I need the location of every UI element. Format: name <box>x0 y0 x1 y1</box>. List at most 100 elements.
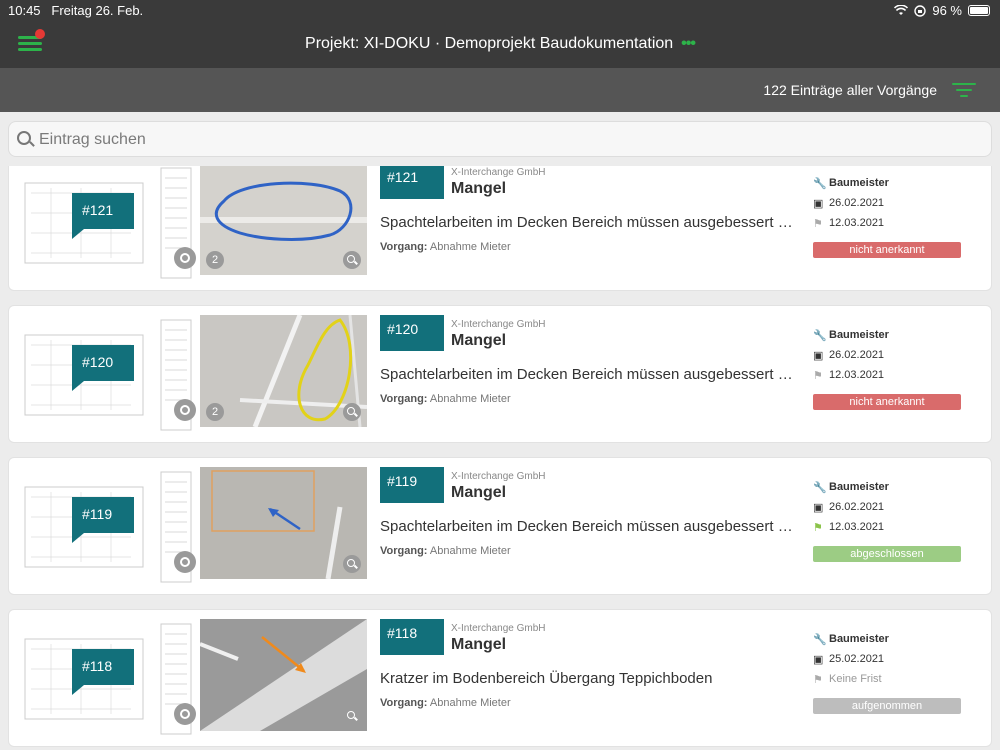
filter-icon <box>952 83 976 85</box>
photo-image <box>200 166 367 275</box>
role-text: Baumeister <box>829 329 889 341</box>
vorgang-value: Abnahme Mieter <box>429 393 511 405</box>
wrench-icon: 🔧 <box>813 633 827 646</box>
plan-marker: #118 <box>72 649 134 695</box>
vorgang-value: Abnahme Mieter <box>429 241 511 253</box>
meta-deadline: ⚑ 12.03.2021 <box>813 213 963 233</box>
wifi-icon <box>894 5 909 15</box>
entry-card[interactable]: #120 2 #120 X-Interchange GmbH Mangel Sp… <box>8 305 992 443</box>
entry-type: Mangel <box>451 332 507 349</box>
meta-date: ▣ 26.02.2021 <box>813 497 963 517</box>
plan-marker: #121 <box>72 193 134 239</box>
meta-date: ▣ 26.02.2021 <box>813 193 963 213</box>
entry-meta: 🔧 Baumeister ▣ 26.02.2021 ⚑ 12.03.2021 <box>813 173 963 233</box>
entry-company: X-Interchange GmbH <box>451 319 546 330</box>
zoom-icon[interactable] <box>343 251 361 269</box>
meta-role: 🔧 Baumeister <box>813 477 963 497</box>
entries-toolbar: 122 Einträge aller Vorgänge <box>0 68 1000 112</box>
entry-id-badge: #118 <box>380 619 444 655</box>
photo-image <box>200 619 367 731</box>
deadline-text: 12.03.2021 <box>829 369 885 381</box>
project-title: Projekt: XI-DOKU · Demoprojekt Baudokume… <box>305 35 674 52</box>
entry-type: Mangel <box>451 180 507 197</box>
meta-deadline: ⚑ 12.03.2021 <box>813 517 963 537</box>
status-bar: 10:45 Freitag 26. Feb. 96 % <box>0 0 1000 20</box>
entry-card[interactable]: #119 #119 X-Interchange GmbH Mangel Spac… <box>8 457 992 595</box>
zoom-icon[interactable] <box>343 403 361 421</box>
locate-icon[interactable] <box>174 551 196 573</box>
vorgang-label: Vorgang: <box>380 241 428 253</box>
plan-marker: #120 <box>72 345 134 391</box>
entry-id-badge: #121 <box>380 166 444 199</box>
defect-photo[interactable]: 2 <box>200 166 367 275</box>
status-badge: nicht anerkannt <box>813 394 961 410</box>
search-input[interactable] <box>39 128 939 152</box>
battery-percent: 96 % <box>932 3 962 18</box>
date-text: 26.02.2021 <box>829 349 885 361</box>
date-text: 26.02.2021 <box>829 197 885 209</box>
calendar-icon: ▣ <box>813 197 824 210</box>
floor-plan-thumbnail[interactable]: #118 <box>21 619 199 739</box>
entry-type: Mangel <box>451 484 507 501</box>
floor-plan-thumbnail[interactable]: #120 <box>21 315 199 435</box>
meta-role: 🔧 Baumeister <box>813 325 963 345</box>
entry-vorgang: Vorgang: Abnahme Mieter <box>380 241 511 253</box>
vorgang-value: Abnahme Mieter <box>429 545 511 557</box>
entry-card[interactable]: #118 #118 X-Interchange GmbH Mangel Krat… <box>8 609 992 747</box>
deadline-text: 12.03.2021 <box>829 217 885 229</box>
meta-date: ▣ 25.02.2021 <box>813 649 963 669</box>
meta-deadline: ⚑ 12.03.2021 <box>813 365 963 385</box>
meta-deadline: ⚑ Keine Frist <box>813 669 963 689</box>
wrench-icon: 🔧 <box>813 177 827 190</box>
entry-vorgang: Vorgang: Abnahme Mieter <box>380 393 511 405</box>
status-right: 96 % <box>894 3 990 18</box>
status-date: Freitag 26. Feb. <box>51 3 144 18</box>
flag-icon: ⚑ <box>813 673 823 686</box>
meta-role: 🔧 Baumeister <box>813 173 963 193</box>
status-badge: aufgenommen <box>813 698 961 714</box>
date-text: 26.02.2021 <box>829 501 885 513</box>
calendar-icon: ▣ <box>813 349 824 362</box>
floor-plan-thumbnail[interactable]: #121 <box>21 166 199 283</box>
defect-photo[interactable]: 2 <box>200 315 367 427</box>
orientation-lock-icon <box>914 4 927 17</box>
search-bar <box>0 112 1000 166</box>
defect-photo[interactable] <box>200 619 367 731</box>
status-badge: nicht anerkannt <box>813 242 961 258</box>
entry-meta: 🔧 Baumeister ▣ 25.02.2021 ⚑ Keine Frist <box>813 629 963 689</box>
calendar-icon: ▣ <box>813 653 824 666</box>
entry-card[interactable]: #121 2 #121 X-Interchange GmbH Mangel Sp… <box>8 166 992 291</box>
entry-company: X-Interchange GmbH <box>451 167 546 178</box>
status-badge: abgeschlossen <box>813 546 961 562</box>
more-options-button[interactable]: ••• <box>681 35 696 52</box>
locate-icon[interactable] <box>174 247 196 269</box>
locate-icon[interactable] <box>174 703 196 725</box>
wrench-icon: 🔧 <box>813 329 827 342</box>
status-time-date: 10:45 Freitag 26. Feb. <box>8 3 143 18</box>
calendar-icon: ▣ <box>813 501 824 514</box>
search-box <box>8 121 992 157</box>
defect-photo[interactable] <box>200 467 367 579</box>
vorgang-value: Abnahme Mieter <box>429 697 511 709</box>
floor-plan-thumbnail[interactable]: #119 <box>21 467 199 587</box>
zoom-icon[interactable] <box>343 555 361 573</box>
entries-count: 122 Einträge aller Vorgänge <box>763 82 937 98</box>
plan-marker: #119 <box>72 497 134 543</box>
zoom-icon[interactable] <box>343 707 361 725</box>
entry-vorgang: Vorgang: Abnahme Mieter <box>380 545 511 557</box>
date-text: 25.02.2021 <box>829 653 885 665</box>
photo-count-badge: 2 <box>206 403 224 421</box>
flag-icon: ⚑ <box>813 521 823 534</box>
entry-description: Spachtelarbeiten im Decken Bereich müsse… <box>380 366 800 383</box>
entry-meta: 🔧 Baumeister ▣ 26.02.2021 ⚑ 12.03.2021 <box>813 477 963 537</box>
entry-meta: 🔧 Baumeister ▣ 26.02.2021 ⚑ 12.03.2021 <box>813 325 963 385</box>
status-time: 10:45 <box>8 3 41 18</box>
entry-id-badge: #120 <box>380 315 444 351</box>
entry-description: Spachtelarbeiten im Decken Bereich müsse… <box>380 214 800 231</box>
filter-button[interactable] <box>952 81 976 99</box>
entry-id-badge: #119 <box>380 467 444 503</box>
photo-image <box>200 467 367 579</box>
flag-icon: ⚑ <box>813 369 823 382</box>
entry-company: X-Interchange GmbH <box>451 471 546 482</box>
locate-icon[interactable] <box>174 399 196 421</box>
